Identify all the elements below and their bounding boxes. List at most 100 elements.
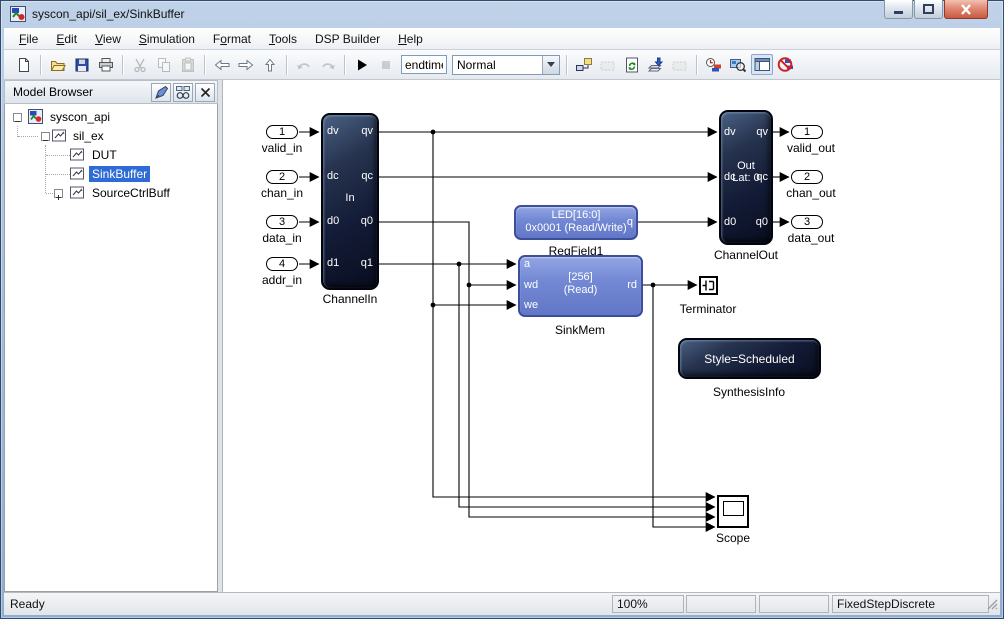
start-simulation-icon[interactable] (351, 54, 373, 75)
combo-dropdown-button[interactable] (542, 56, 559, 74)
tree-item-sourcectrlbuff[interactable]: SourceCtrlBuff (89, 185, 173, 201)
outport-label: data_out (751, 231, 871, 245)
simulation-stop-time-input[interactable] (401, 55, 447, 74)
status-cell-empty (686, 595, 756, 613)
menu-item-edit[interactable]: Edit (47, 30, 86, 48)
block-center-text: Lat: 0 (721, 172, 771, 185)
model-browser-tree[interactable]: syscon_api sil_ex DUT SinkBuffer SourceC… (4, 104, 218, 592)
port-label: d1 (327, 257, 339, 270)
inport-block[interactable]: 3 (266, 215, 298, 229)
block-center-text: LED[16:0] (516, 209, 636, 222)
outport-block[interactable]: 3 (791, 215, 823, 229)
stop-simulation-icon[interactable] (375, 54, 397, 75)
menu-item-view[interactable]: View (86, 30, 130, 48)
port-label: qv (756, 126, 768, 139)
tree-item-sinkbuffer[interactable]: SinkBuffer (89, 166, 150, 182)
library-link-icon[interactable] (573, 54, 595, 75)
tree-collapse-box[interactable] (13, 113, 22, 122)
diagram-canvas[interactable]: 1 valid_in 2 chan_in 3 data_in 4 addr_in… (222, 80, 1000, 592)
inport-block[interactable]: 2 (266, 170, 298, 184)
sinkmem-block[interactable]: a wd we rd [256] (Read) (518, 255, 643, 317)
subsystem-icon (70, 166, 85, 181)
synthesisinfo-block[interactable]: Style=Scheduled (678, 338, 821, 379)
subsystem-icon (70, 147, 85, 162)
incremental-build-icon[interactable] (645, 54, 667, 75)
block-center-text: (Read) (520, 284, 641, 297)
port-label: d0 (724, 216, 736, 229)
inport-block[interactable]: 1 (266, 125, 298, 139)
port-label: d0 (327, 215, 339, 228)
tree-collapse-box[interactable] (41, 132, 50, 141)
new-model-icon[interactable] (13, 54, 35, 75)
copy-icon[interactable] (153, 54, 175, 75)
go-back-icon[interactable] (211, 54, 233, 75)
toolbar-separator (122, 55, 124, 75)
toolbar-separator (344, 55, 346, 75)
regfield1-block[interactable]: LED[16:0] 0x0001 (Read/Write) q (514, 205, 638, 240)
minimize-button[interactable] (884, 0, 913, 19)
port-label: qc (361, 170, 373, 183)
channelin-block[interactable]: dv dc d0 d1 qv qc q0 q1 In (321, 113, 379, 290)
open-model-icon[interactable] (47, 54, 69, 75)
menu-item-tools[interactable]: Tools (260, 30, 306, 48)
subsystem-icon (52, 128, 67, 143)
menu-item-format[interactable]: Format (204, 30, 260, 48)
simulink-debugger-icon[interactable] (703, 54, 725, 75)
close-panel-icon[interactable] (195, 83, 215, 102)
save-model-icon[interactable] (71, 54, 93, 75)
redo-icon[interactable] (317, 54, 339, 75)
inport-block[interactable]: 4 (266, 257, 298, 271)
sample-time-colors-off-icon[interactable] (775, 54, 797, 75)
go-forward-icon[interactable] (235, 54, 257, 75)
library-lock-icon[interactable] (597, 54, 619, 75)
menu-item-simulation[interactable]: Simulation (130, 30, 204, 48)
model-browser-toggle-icon[interactable] (751, 54, 773, 75)
simulation-mode-select[interactable]: Normal (452, 55, 560, 75)
window-title: syscon_api/sil_ex/SinkBuffer (32, 7, 185, 21)
undo-icon[interactable] (293, 54, 315, 75)
print-icon[interactable] (95, 54, 117, 75)
simulink-model-icon (28, 109, 43, 124)
block-name-label: SinkMem (520, 323, 640, 337)
title-bar[interactable]: syscon_api/sil_ex/SinkBuffer (4, 0, 1000, 28)
port-label: a (524, 258, 530, 271)
outport-block[interactable]: 1 (791, 125, 823, 139)
close-button[interactable] (944, 0, 988, 19)
tree-guide (18, 136, 38, 137)
solver-name: FixedStepDiscrete (832, 595, 989, 613)
scope-block[interactable] (717, 495, 749, 528)
port-label: dv (327, 125, 339, 138)
menu-item-help[interactable]: Help (389, 30, 432, 48)
status-message: Ready (10, 597, 45, 611)
model-browser-header: Model Browser (4, 80, 218, 104)
simulation-mode-value: Normal (453, 58, 542, 72)
tree-guide (46, 174, 70, 175)
terminator-icon (701, 278, 716, 293)
port-label: qv (361, 125, 373, 138)
tree-expand-box[interactable] (54, 189, 63, 198)
block-name-label: ChannelOut (686, 248, 806, 262)
cut-icon[interactable] (129, 54, 151, 75)
update-diagram-icon[interactable] (621, 54, 643, 75)
model-browser-title: Model Browser (13, 85, 149, 99)
look-under-masks-icon[interactable] (173, 83, 193, 102)
outport-block[interactable]: 2 (791, 170, 823, 184)
paste-icon[interactable] (177, 54, 199, 75)
tree-item-sil-ex[interactable]: sil_ex (70, 128, 107, 144)
maximize-button[interactable] (914, 0, 943, 19)
tree-item-syscon-api[interactable]: syscon_api (47, 109, 113, 125)
outport-label: valid_out (751, 141, 871, 155)
port-label: q0 (361, 215, 373, 228)
resize-grip[interactable] (986, 598, 998, 613)
menu-item-dsp-builder[interactable]: DSP Builder (306, 30, 389, 48)
terminator-block[interactable] (699, 276, 718, 295)
build-all-icon[interactable] (669, 54, 691, 75)
channelout-block[interactable]: dv dc d0 qv qc q0 Out Lat: 0 (719, 110, 773, 245)
find-in-diagram-icon[interactable] (727, 54, 749, 75)
chevron-down-icon (547, 62, 555, 67)
port-label: dc (327, 170, 339, 183)
show-block-names-icon[interactable] (151, 83, 171, 102)
tree-item-dut[interactable]: DUT (89, 147, 120, 163)
go-up-icon[interactable] (259, 54, 281, 75)
menu-item-file[interactable]: File (10, 30, 47, 48)
